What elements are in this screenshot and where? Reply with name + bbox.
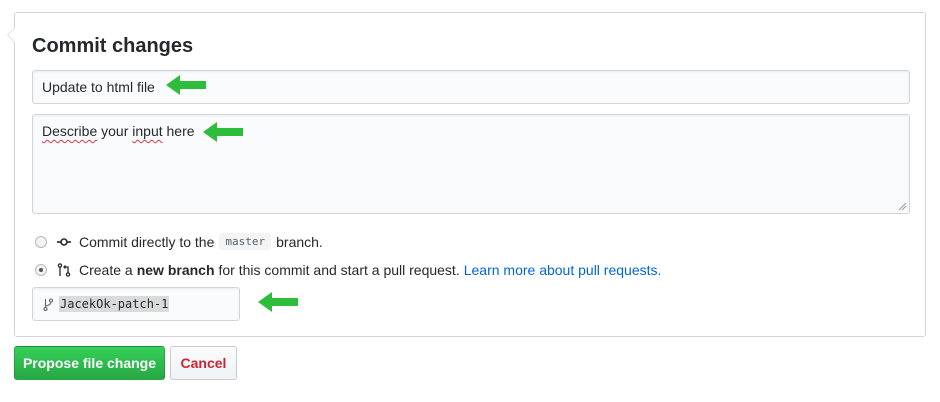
commit-panel: Commit changes Update to html file Descr…	[7, 12, 926, 337]
description-word-3: input	[132, 123, 163, 139]
new-branch-radio[interactable]	[35, 264, 47, 276]
annotation-arrow-icon	[258, 292, 298, 312]
git-branch-icon	[43, 297, 53, 311]
commit-direct-option[interactable]: Commit directly to the master branch.	[35, 233, 323, 250]
branch-name-input[interactable]: JacekOk-patch-1	[32, 287, 240, 321]
panel-caret	[7, 27, 15, 43]
annotation-arrow-icon	[203, 122, 243, 142]
description-word-1: Describe	[42, 123, 98, 139]
new-branch-bold: new branch	[136, 262, 215, 278]
new-branch-prefix: Create a	[79, 262, 133, 278]
commit-direct-radio[interactable]	[35, 235, 47, 248]
commit-direct-prefix: Commit directly to the	[79, 233, 215, 250]
git-pull-request-icon	[57, 263, 71, 277]
new-branch-option[interactable]: Create a new branch for this commit and …	[35, 262, 661, 278]
commit-summary-value: Update to html file	[42, 79, 155, 95]
commit-title: Commit changes	[32, 35, 194, 57]
resize-handle-icon[interactable]	[898, 202, 907, 211]
git-commit-icon	[57, 237, 71, 246]
propose-file-change-button[interactable]: Propose file change	[14, 346, 165, 380]
branch-name-value: JacekOk-patch-1	[59, 296, 170, 312]
master-branch-label: master	[219, 233, 272, 250]
learn-more-link[interactable]: Learn more about pull requests.	[464, 262, 662, 278]
cancel-button[interactable]: Cancel	[170, 346, 237, 380]
description-word-2: your	[97, 123, 133, 139]
commit-description-textarea[interactable]: Describe your input here	[32, 114, 910, 214]
new-branch-suffix: for this commit and start a pull request…	[218, 262, 460, 278]
description-word-4: here	[162, 123, 195, 139]
annotation-arrow-icon	[166, 75, 206, 95]
commit-direct-suffix: branch.	[276, 233, 323, 250]
